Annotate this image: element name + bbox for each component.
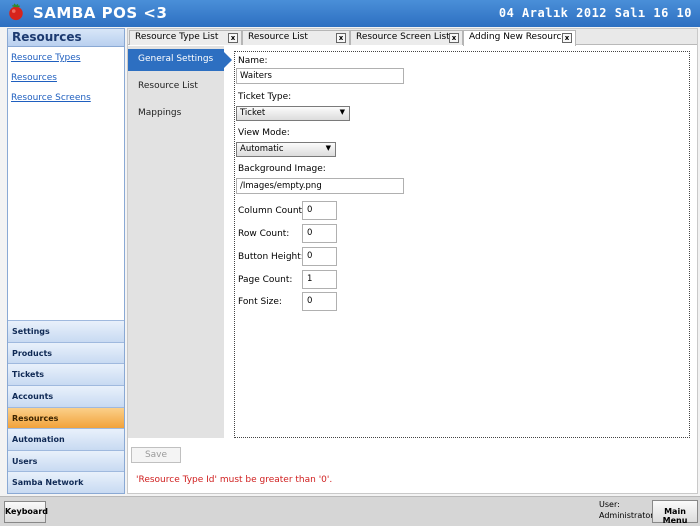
sidebar-header: Resources <box>8 29 124 47</box>
validation-error: 'Resource Type Id' must be greater than … <box>136 475 333 485</box>
nav-accounts[interactable]: Accounts <box>8 385 124 407</box>
page-count-input[interactable]: 1 <box>302 270 337 289</box>
font-size-input[interactable]: 0 <box>302 292 337 311</box>
tab-label: Resource Screen List <box>356 32 450 42</box>
subtab-mappings[interactable]: Mappings <box>128 103 224 125</box>
main-panel: Resource Type List x Resource List x Res… <box>127 28 698 494</box>
background-image-label: Background Image: <box>238 164 326 174</box>
nav-resources[interactable]: Resources <box>8 406 124 429</box>
sidebar: Resources Resource Types Resources Resou… <box>7 28 125 494</box>
nav-users[interactable]: Users <box>8 449 124 472</box>
sidebar-link-resource-types[interactable]: Resource Types <box>11 53 121 63</box>
background-image-input[interactable]: /Images/empty.png <box>236 178 404 194</box>
font-size-label: Font Size: <box>238 297 282 307</box>
button-height-input[interactable]: 0 <box>302 247 337 266</box>
title-bar: SAMBA POS <3 04 Aralık 2012 Salı 16 10 <box>0 0 700 27</box>
row-count-input[interactable]: 0 <box>302 224 337 243</box>
close-icon[interactable]: x <box>228 33 238 43</box>
tab-label: Adding New Resource <box>469 32 567 42</box>
page-count-label: Page Count: <box>238 275 293 285</box>
keyboard-button[interactable]: Keyboard <box>4 501 48 523</box>
nav-samba-network[interactable]: Samba Network <box>8 471 124 493</box>
close-icon[interactable]: x <box>449 33 459 43</box>
view-mode-select[interactable]: Automatic ▼ <box>236 142 336 157</box>
close-icon[interactable]: x <box>562 33 572 43</box>
tab-label: Resource List <box>248 32 308 42</box>
sidebar-link-resources[interactable]: Resources <box>11 73 121 83</box>
tab-resource-type-list[interactable]: Resource Type List x <box>129 30 242 45</box>
ticket-type-label: Ticket Type: <box>238 92 292 102</box>
ticket-type-value: Ticket <box>240 108 266 118</box>
nav-products[interactable]: Products <box>8 341 124 364</box>
name-input[interactable]: Waiters <box>236 68 404 84</box>
subtab-general-settings[interactable]: General Settings <box>128 49 232 71</box>
subtab-resource-list[interactable]: Resource List <box>128 76 224 98</box>
nav-automation[interactable]: Automation <box>8 428 124 450</box>
tab-resource-screen-list[interactable]: Resource Screen List x <box>350 30 463 45</box>
column-count-label: Column Count: <box>238 206 306 216</box>
save-button[interactable]: Save <box>131 447 181 463</box>
general-settings-form: Name: Waiters Ticket Type: Ticket ▼ View… <box>234 51 690 438</box>
settings-subnav: General Settings Resource List Mappings <box>128 46 232 438</box>
clock: 04 Aralık 2012 Salı 16 10 <box>498 6 692 20</box>
dropdown-arrow-icon: ▼ <box>339 108 345 116</box>
view-mode-value: Automatic <box>240 144 284 154</box>
bottom-bar: Keyboard User: Administrator Main Menu <box>0 496 700 526</box>
main-menu-button[interactable]: Main Menu <box>652 500 698 525</box>
column-count-input[interactable]: 0 <box>302 201 337 220</box>
tab-label: Resource Type List <box>135 32 219 42</box>
app-title: SAMBA POS <3 <box>33 4 168 22</box>
nav-settings[interactable]: Settings <box>8 320 124 342</box>
tab-resource-list[interactable]: Resource List x <box>242 30 350 45</box>
ticket-type-select[interactable]: Ticket ▼ <box>236 106 350 121</box>
nav-tickets[interactable]: Tickets <box>8 363 124 386</box>
sidebar-nav: Settings Products Tickets Accounts Resou… <box>8 320 124 493</box>
sidebar-link-resource-screens[interactable]: Resource Screens <box>11 93 121 103</box>
user-name: Administrator <box>599 511 654 520</box>
dropdown-arrow-icon: ▼ <box>325 144 331 152</box>
user-label: User: <box>599 500 620 509</box>
tab-adding-new-resource[interactable]: Adding New Resource x <box>463 30 576 46</box>
close-icon[interactable]: x <box>336 33 346 43</box>
document-tabs: Resource Type List x Resource List x Res… <box>128 29 697 46</box>
view-mode-label: View Mode: <box>238 128 290 138</box>
tomato-logo-icon <box>9 3 23 21</box>
row-count-label: Row Count: <box>238 229 290 239</box>
name-label: Name: <box>238 56 268 66</box>
button-height-label: Button Height: <box>238 252 304 262</box>
